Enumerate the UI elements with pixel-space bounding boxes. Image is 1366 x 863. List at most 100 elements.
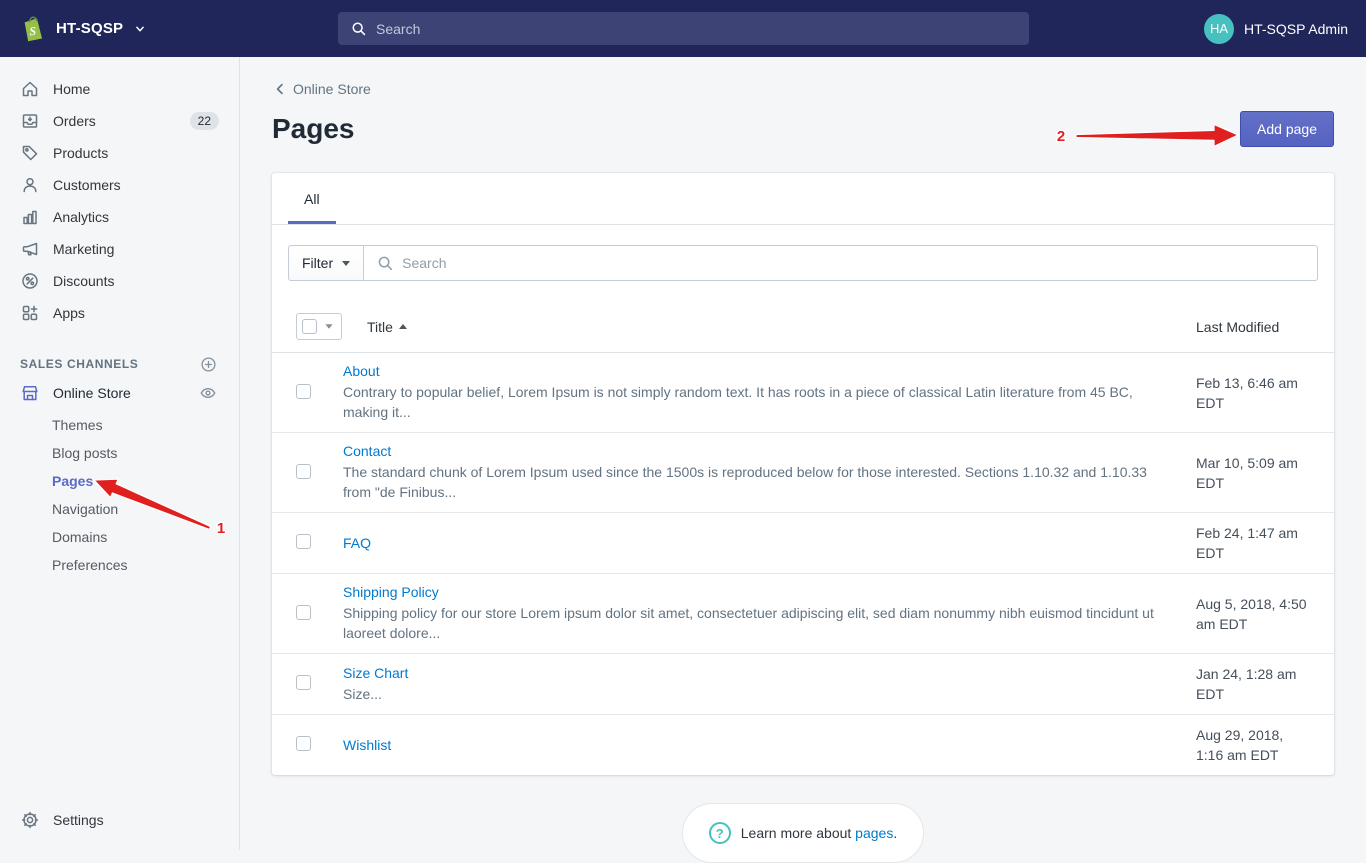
admin-name: HT-SQSP Admin [1244, 21, 1348, 37]
help-text: Learn more about [741, 825, 855, 841]
products-icon [20, 143, 40, 163]
last-modified: Mar 10, 5:09 am EDT [1196, 453, 1314, 493]
page-description: Contrary to popular belief, Lorem Ipsum … [343, 382, 1172, 422]
chevron-down-icon [133, 22, 147, 36]
breadcrumb[interactable]: Online Store [272, 81, 371, 97]
list-search[interactable] [364, 245, 1318, 281]
page-title-link[interactable]: FAQ [343, 535, 371, 551]
list-search-input[interactable] [402, 255, 1305, 271]
sidebar-subitem-blog-posts[interactable]: Blog posts [0, 439, 239, 467]
select-all-checkbox[interactable] [302, 319, 317, 334]
table-row[interactable]: Contact The standard chunk of Lorem Ipsu… [272, 432, 1334, 512]
sidebar-item-settings[interactable]: Settings [0, 802, 239, 838]
page-description: Shipping policy for our store Lorem ipsu… [343, 603, 1172, 643]
page-description: Size... [343, 684, 1172, 704]
last-modified: Aug 29, 2018, 1:16 am EDT [1196, 725, 1314, 765]
last-modified: Jan 24, 1:28 am EDT [1196, 664, 1314, 704]
orders-count-badge: 22 [190, 112, 219, 130]
last-modified: Feb 13, 6:46 am EDT [1196, 373, 1314, 413]
sidebar-item-label: Orders [53, 113, 96, 129]
table-row[interactable]: Size Chart Size... Jan 24, 1:28 am EDT [272, 653, 1334, 714]
sidebar-subitem-pages[interactable]: Pages [0, 467, 239, 495]
column-header-title[interactable]: Title [367, 319, 407, 335]
table-row[interactable]: Wishlist Aug 29, 2018, 1:16 am EDT [272, 714, 1334, 775]
store-switcher[interactable]: S HT-SQSP [0, 15, 240, 43]
sidebar-subitem-preferences[interactable]: Preferences [0, 551, 239, 579]
sidebar-item-label: Discounts [53, 273, 114, 289]
sidebar-item-online-store[interactable]: Online Store [0, 377, 239, 409]
row-checkbox[interactable] [296, 384, 311, 399]
table-row[interactable]: FAQ Feb 24, 1:47 am EDT [272, 512, 1334, 573]
search-icon [376, 254, 394, 272]
global-search-input[interactable] [376, 21, 1017, 37]
online-store-label: Online Store [53, 385, 131, 401]
page-title-link[interactable]: Shipping Policy [343, 584, 439, 600]
page-title-link[interactable]: Contact [343, 443, 391, 459]
sidebar-item-orders[interactable]: Orders 22 [0, 105, 239, 137]
row-checkbox[interactable] [296, 464, 311, 479]
row-checkbox[interactable] [296, 736, 311, 751]
plus-circle-icon[interactable] [200, 356, 217, 373]
sidebar-item-apps[interactable]: Apps [0, 297, 239, 329]
help-pages-link[interactable]: pages [855, 825, 893, 841]
breadcrumb-label: Online Store [293, 81, 371, 97]
filter-label: Filter [302, 255, 333, 271]
global-search[interactable] [338, 12, 1029, 45]
sales-channels-label: SALES CHANNELS [20, 357, 138, 371]
sidebar-item-analytics[interactable]: Analytics [0, 201, 239, 233]
add-page-button[interactable]: Add page [1240, 111, 1334, 147]
tabs-bar: All [272, 173, 1334, 225]
page-title-link[interactable]: Wishlist [343, 737, 391, 753]
storefront-icon [20, 383, 40, 403]
customers-icon [20, 175, 40, 195]
orders-icon [20, 111, 40, 131]
sidebar-item-discounts[interactable]: Discounts [0, 265, 239, 297]
user-menu[interactable]: HA HT-SQSP Admin [1204, 0, 1348, 57]
store-name: HT-SQSP [56, 20, 123, 37]
sidebar-subitem-domains[interactable]: Domains [0, 523, 239, 551]
sidebar-item-label: Home [53, 81, 90, 97]
caret-down-icon [325, 324, 332, 329]
last-modified: Aug 5, 2018, 4:50 am EDT [1196, 594, 1314, 634]
column-header-last-modified: Last Modified [1196, 319, 1314, 335]
sidebar-nav: Home Orders 22 Products CustomersAnalytics Ma… [0, 57, 239, 329]
main-content: Online Store Pages Add page All Filter [240, 57, 1366, 850]
eye-icon[interactable] [199, 384, 217, 402]
tab-all[interactable]: All [288, 173, 336, 224]
settings-label: Settings [53, 812, 104, 828]
sidebar-item-customers[interactable]: Customers [0, 169, 239, 201]
row-checkbox[interactable] [296, 605, 311, 620]
sidebar-subitem-navigation[interactable]: Navigation [0, 495, 239, 523]
analytics-icon [20, 207, 40, 227]
footer-help: ? Learn more about pages. [682, 803, 924, 863]
page-title-link[interactable]: Size Chart [343, 665, 408, 681]
top-bar: S HT-SQSP HA HT-SQSP Admin [0, 0, 1366, 57]
sidebar-subitem-themes[interactable]: Themes [0, 411, 239, 439]
question-circle-icon: ? [709, 822, 731, 844]
pages-card: All Filter Tit [272, 173, 1334, 775]
last-modified: Feb 24, 1:47 am EDT [1196, 523, 1314, 563]
row-checkbox[interactable] [296, 675, 311, 690]
sidebar-item-marketing[interactable]: Marketing [0, 233, 239, 265]
filter-button[interactable]: Filter [288, 245, 364, 281]
sidebar-item-label: Marketing [53, 241, 114, 257]
page-title: Pages [272, 113, 355, 145]
select-all-control[interactable] [296, 313, 342, 340]
table-row[interactable]: About Contrary to popular belief, Lorem … [272, 353, 1334, 432]
table-header: Title Last Modified [272, 301, 1334, 353]
caret-down-icon [342, 261, 350, 266]
avatar: HA [1204, 14, 1234, 44]
sidebar-item-label: Products [53, 145, 108, 161]
svg-text:S: S [29, 23, 37, 37]
sort-ascending-icon [399, 324, 407, 329]
page-title-link[interactable]: About [343, 363, 380, 379]
table-row[interactable]: Shipping Policy Shipping policy for our … [272, 573, 1334, 653]
gear-icon [20, 810, 40, 830]
sidebar-item-products[interactable]: Products [0, 137, 239, 169]
search-icon [350, 20, 367, 37]
pages-list: About Contrary to popular belief, Lorem … [272, 353, 1334, 775]
sidebar-item-label: Apps [53, 305, 85, 321]
sidebar-item-home[interactable]: Home [0, 73, 239, 105]
home-icon [20, 79, 40, 99]
row-checkbox[interactable] [296, 534, 311, 549]
